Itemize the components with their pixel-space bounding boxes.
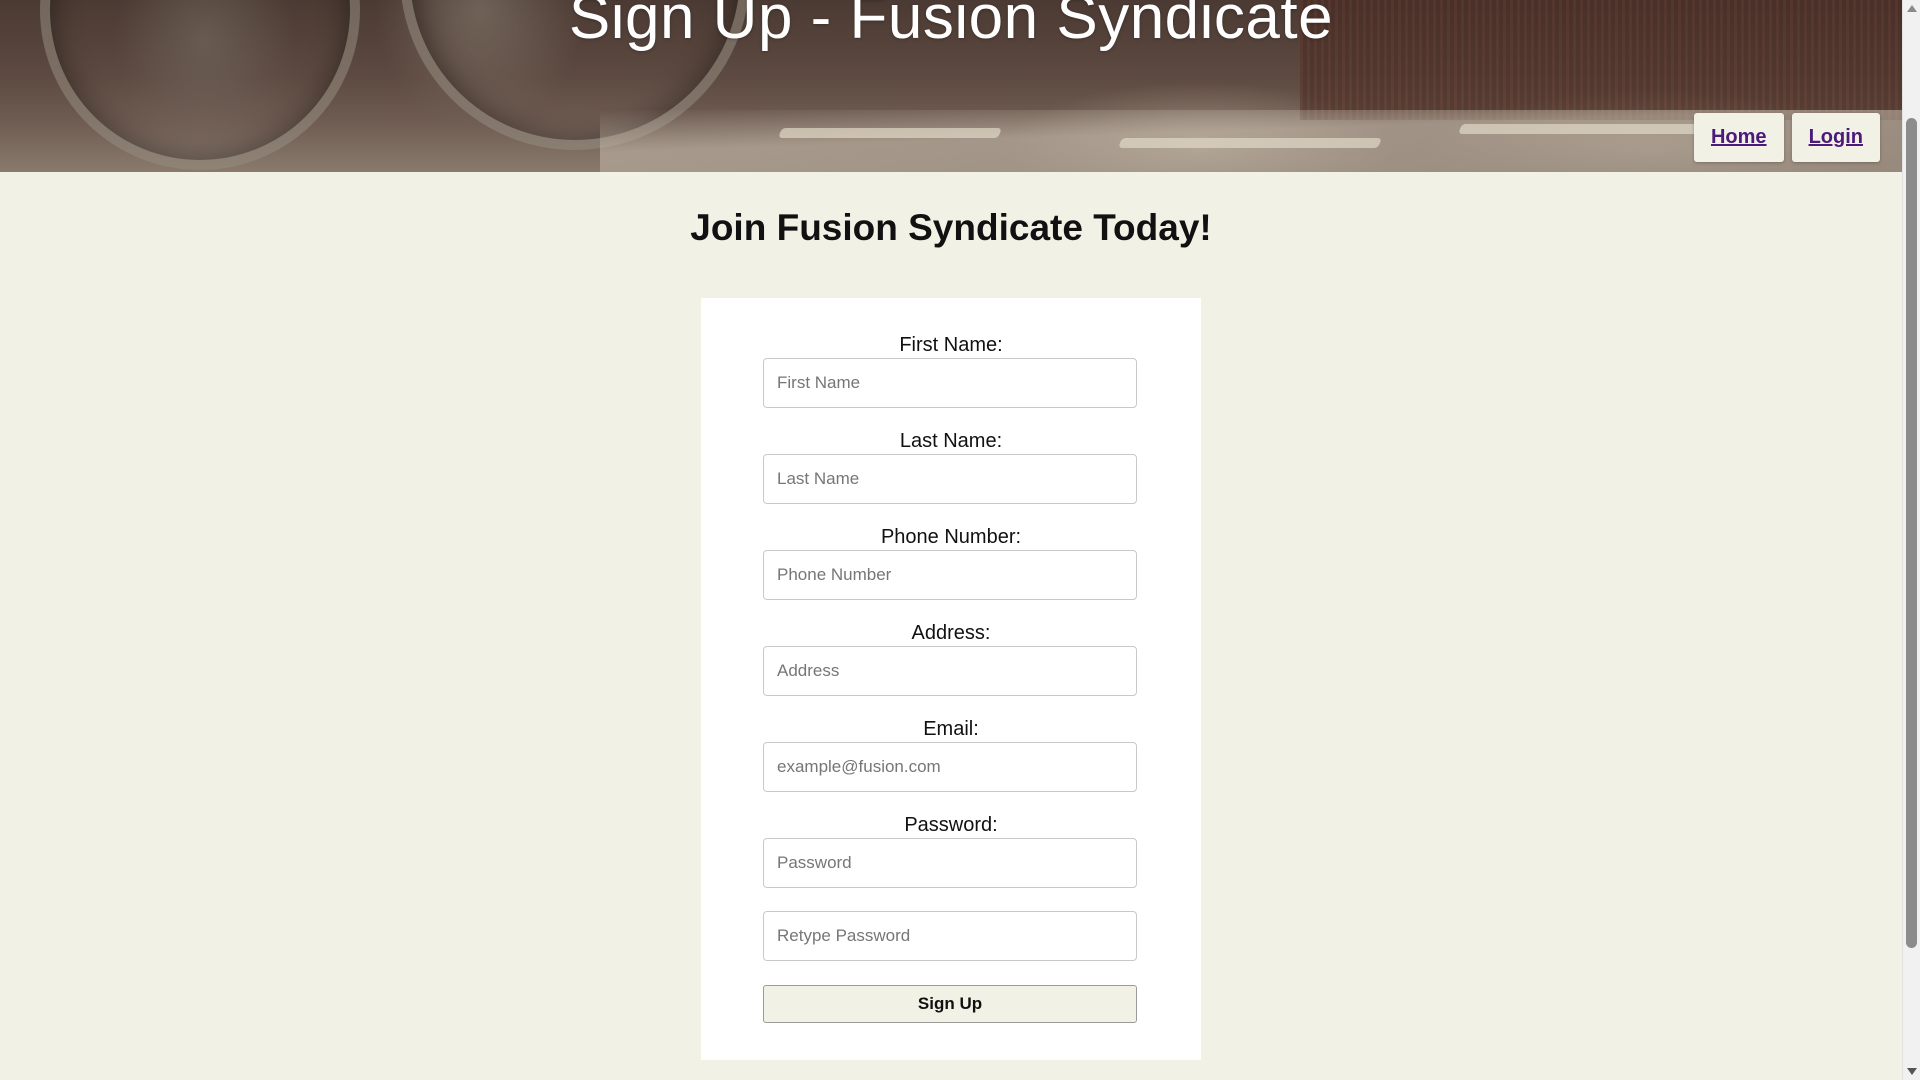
nav-login-link[interactable]: Login [1791,113,1880,162]
nav-home-link[interactable]: Home [1693,113,1784,162]
decor-table [778,128,1002,138]
retype-password-input[interactable] [763,911,1137,961]
address-input[interactable] [763,646,1137,696]
first-name-label: First Name: [899,334,1003,356]
phone-number-input[interactable] [763,550,1137,600]
address-label: Address: [911,622,991,644]
top-nav: Home Login [1693,113,1880,162]
password-label: Password: [904,814,998,836]
decor-table [1118,138,1382,148]
phone-number-label: Phone Number: [880,526,1022,548]
signup-heading: Join Fusion Syndicate Today! [690,207,1212,248]
last-name-input[interactable] [763,454,1137,504]
vertical-scrollbar[interactable] [1902,0,1920,1080]
scroll-up-arrow-icon[interactable] [1907,5,1917,12]
email-label: Email: [923,718,979,740]
decor-table [1458,124,1702,134]
signup-form: First Name: Last Name: Phone Number: Add… [701,298,1201,1060]
page-title: Sign Up - Fusion Syndicate [568,0,1334,52]
header-banner: Sign Up - Fusion Syndicate Home Login [0,0,1902,172]
scroll-down-arrow-icon[interactable] [1907,1068,1917,1075]
first-name-input[interactable] [763,358,1137,408]
last-name-label: Last Name: [899,430,1003,452]
password-input[interactable] [763,838,1137,888]
sign-up-button[interactable]: Sign Up [763,985,1137,1023]
browser-viewport: Sign Up - Fusion Syndicate Home Login Jo… [0,0,1920,1080]
email-input[interactable] [763,742,1137,792]
scrollbar-thumb[interactable] [1906,118,1917,948]
